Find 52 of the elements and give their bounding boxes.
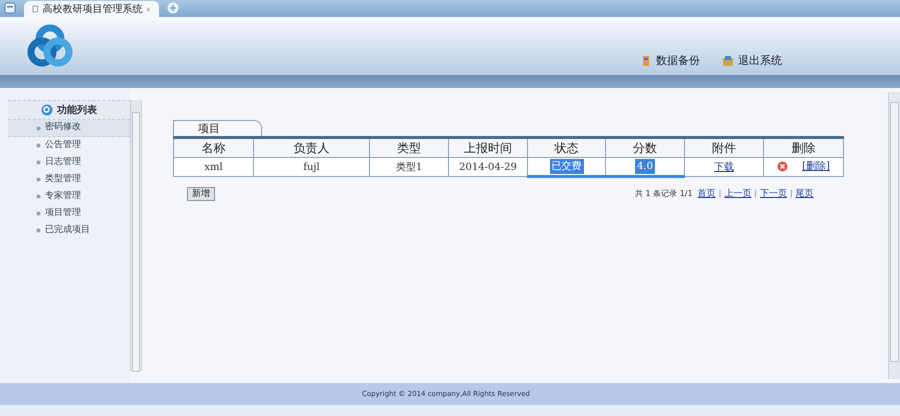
window-icon[interactable] bbox=[4, 2, 16, 14]
delete-icon[interactable] bbox=[777, 161, 788, 172]
record-count: 共 1 条记录 1/1 bbox=[635, 188, 693, 200]
tab-title: 高校教研项目管理系统 bbox=[42, 2, 142, 16]
sidebar-item[interactable]: 已完成项目 bbox=[8, 222, 130, 239]
bullet-icon bbox=[36, 211, 41, 216]
sidebar-item[interactable]: 类型管理 bbox=[8, 171, 130, 188]
page-icon bbox=[32, 4, 38, 14]
bullet-icon bbox=[36, 194, 41, 199]
separator: | bbox=[754, 188, 757, 200]
search-icon bbox=[41, 104, 53, 116]
column-header: 状态 bbox=[528, 138, 606, 158]
close-icon[interactable] bbox=[146, 6, 151, 12]
table-cell: fujl bbox=[301, 160, 322, 174]
header-link[interactable]: 退出系统 bbox=[722, 52, 782, 69]
sidebar-item[interactable]: 公告管理 bbox=[8, 137, 130, 154]
bullet-icon bbox=[36, 228, 41, 233]
scrollbar[interactable] bbox=[888, 92, 900, 379]
sidebar-item[interactable]: 密码修改 bbox=[8, 120, 130, 137]
column-header: 负责人 bbox=[254, 138, 370, 158]
browser-tab[interactable]: 高校教研项目管理系统 bbox=[24, 1, 159, 17]
header-link[interactable]: 数据备份 bbox=[640, 52, 700, 69]
bullet-icon bbox=[36, 126, 41, 130]
bullet-icon bbox=[36, 143, 41, 148]
column-header: 删除 bbox=[764, 138, 844, 158]
sidebar-title: 功能列表 bbox=[57, 104, 97, 118]
bullet-icon bbox=[36, 177, 41, 182]
add-button[interactable]: 新增 bbox=[187, 186, 215, 200]
sidebar-item[interactable]: 日志管理 bbox=[8, 154, 130, 171]
sidebar-item[interactable]: 项目管理 bbox=[8, 205, 130, 222]
separator: | bbox=[718, 188, 722, 200]
column-header: 名称 bbox=[174, 138, 254, 158]
bullet-icon bbox=[36, 160, 41, 165]
sidebar-item[interactable]: 专家管理 bbox=[8, 188, 130, 205]
panel-tab[interactable]: 项目 bbox=[173, 120, 262, 136]
download-link[interactable]: 下载 bbox=[714, 162, 734, 172]
page-link[interactable]: 上一页 bbox=[724, 188, 752, 201]
column-header: 类型 bbox=[370, 138, 448, 158]
separator: | bbox=[790, 188, 793, 200]
column-header: 上报时间 bbox=[448, 138, 528, 158]
page-link[interactable]: 尾页 bbox=[796, 188, 814, 201]
new-tab-icon[interactable] bbox=[167, 2, 179, 14]
scrollbar[interactable] bbox=[130, 100, 142, 371]
door-icon bbox=[722, 54, 734, 67]
database-icon bbox=[640, 54, 652, 67]
page-link[interactable]: 下一页 bbox=[760, 188, 787, 201]
table-cell: 4.0 bbox=[635, 159, 655, 174]
column-header: 分数 bbox=[606, 138, 684, 158]
page-link[interactable]: 首页 bbox=[698, 188, 716, 201]
table-cell: 已交费 bbox=[550, 159, 584, 174]
column-header: 附件 bbox=[684, 138, 764, 158]
logo-icon bbox=[27, 23, 73, 69]
